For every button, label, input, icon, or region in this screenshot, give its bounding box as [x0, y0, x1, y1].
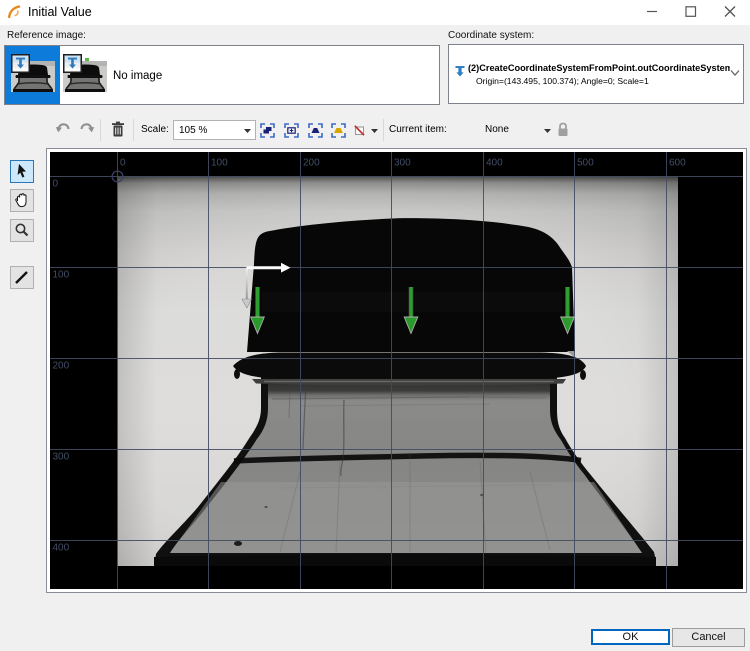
svg-text:100: 100 — [53, 270, 70, 281]
svg-text:0: 0 — [53, 179, 59, 190]
svg-text:200: 200 — [303, 158, 320, 169]
svg-text:300: 300 — [394, 158, 411, 169]
svg-text:400: 400 — [486, 158, 503, 169]
svg-text:0: 0 — [120, 158, 126, 169]
svg-text:600: 600 — [669, 158, 686, 169]
svg-text:200: 200 — [53, 361, 70, 372]
svg-text:100: 100 — [211, 158, 228, 169]
svg-text:400: 400 — [53, 543, 70, 554]
svg-text:300: 300 — [53, 452, 70, 463]
svg-text:500: 500 — [577, 158, 594, 169]
